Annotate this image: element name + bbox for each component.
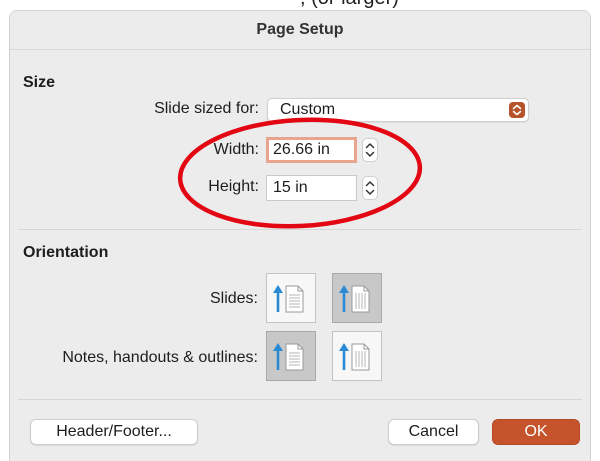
width-label: Width: (213, 141, 259, 158)
cutoff-background-text: , (or larger) (0, 0, 600, 8)
orientation-section-heading: Orientation (23, 244, 109, 261)
title-bar: Page Setup (10, 11, 590, 50)
page-setup-dialog: Page Setup Size Slide sized for: Custom … (9, 10, 591, 461)
portrait-page-icon (285, 343, 304, 371)
slide-sized-for-popup[interactable]: Custom (267, 98, 529, 122)
size-section-heading: Size (23, 74, 56, 91)
height-field[interactable]: 15 in (266, 175, 357, 201)
notes-landscape-button[interactable] (332, 331, 382, 381)
height-stepper[interactable] (362, 176, 378, 200)
width-stepper[interactable] (362, 138, 378, 162)
up-arrow-icon (273, 343, 283, 370)
width-field[interactable]: 26.66 in (266, 137, 357, 163)
up-arrow-icon (273, 285, 283, 312)
footer-divider (18, 399, 582, 400)
dialog-title: Page Setup (256, 21, 344, 38)
landscape-page-icon (351, 285, 370, 313)
slides-portrait-button[interactable] (266, 273, 316, 323)
height-label: Height: (208, 178, 259, 195)
notes-portrait-button[interactable] (266, 331, 316, 381)
slides-orientation-label: Slides: (209, 290, 258, 307)
cutoff-text: , (or larger) (300, 0, 399, 8)
width-value: 26.66 in (273, 141, 330, 158)
slide-sized-for-label: Slide sized for: (154, 100, 259, 117)
slide-sized-for-value: Custom (280, 101, 336, 118)
header-footer-button[interactable]: Header/Footer... (30, 419, 198, 445)
cancel-button[interactable]: Cancel (388, 419, 479, 445)
section-divider (18, 229, 582, 230)
landscape-page-icon (351, 343, 370, 371)
popup-chevron-icon (509, 102, 525, 118)
height-value: 15 in (273, 179, 308, 196)
ok-button[interactable]: OK (492, 419, 580, 445)
notes-orientation-label: Notes, handouts & outlines: (62, 349, 258, 366)
portrait-page-icon (285, 285, 304, 313)
slides-landscape-button[interactable] (332, 273, 382, 323)
up-arrow-icon (339, 343, 349, 370)
up-arrow-icon (339, 285, 349, 312)
